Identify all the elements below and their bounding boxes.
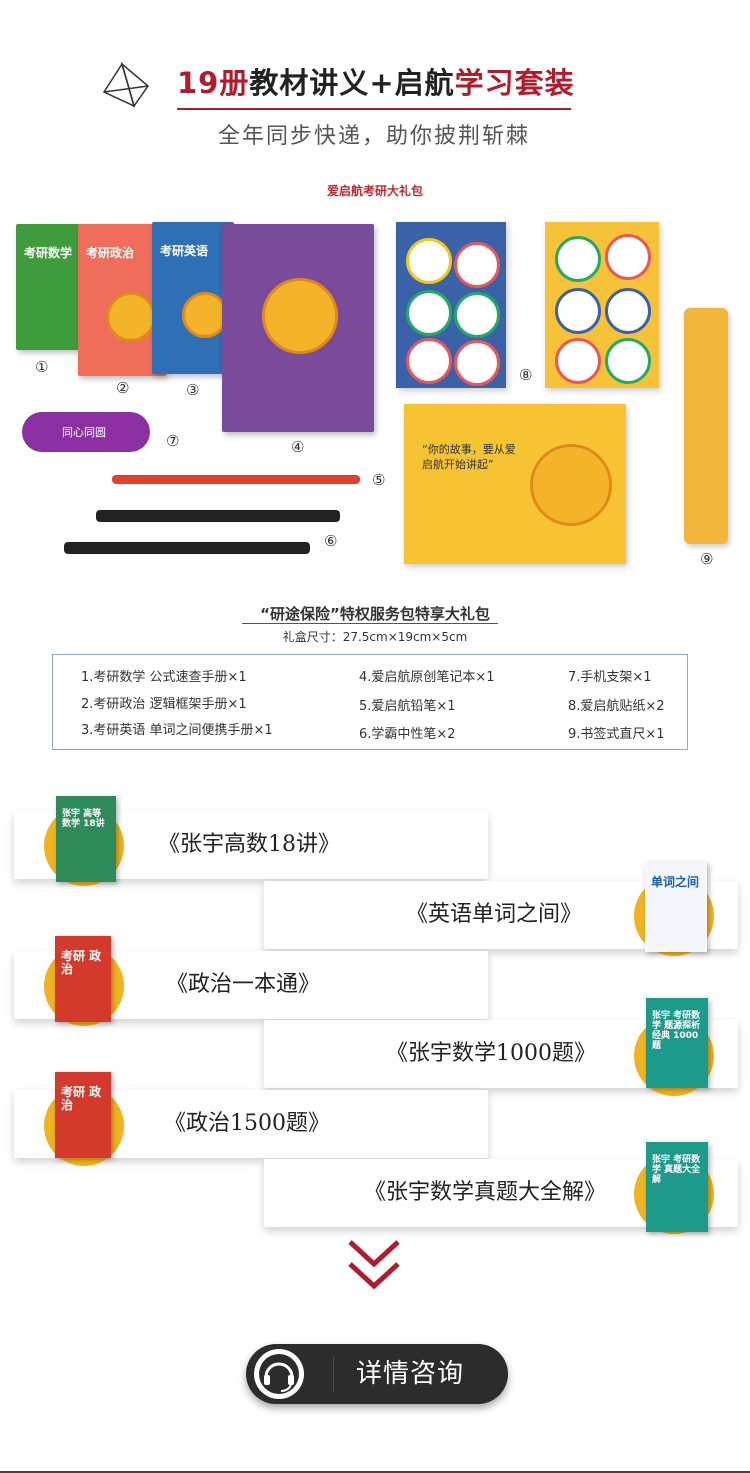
product-notebook [222, 224, 374, 432]
book-cover-zhengzhi1500: 考研 政治 [55, 1072, 111, 1158]
book-cover-gaoshu18: 张宇 高等数学 18讲 [56, 796, 116, 882]
book-cover-zhenti: 张宇 考研数学 真题大全解 [646, 1142, 708, 1232]
gift-item: 5.爱启航铅笔×1 [359, 699, 456, 714]
gift-size: 礼盒尺寸：27.5cm×19cm×5cm [282, 630, 468, 644]
gift-item-list: 1.考研数学 公式速查手册×1 2.考研政治 逻辑框架手册×1 3.考研英语 单… [52, 654, 688, 750]
page-title: 19册教材讲义+启航学习套装 [177, 66, 575, 100]
button-divider [333, 1356, 334, 1392]
product-gel-pen-1 [96, 510, 340, 522]
book-cover-danci: 单词之间 [645, 862, 707, 952]
gift-item: 7.手机支架×1 [568, 670, 652, 685]
consult-label: 详情咨询 [356, 1359, 465, 1389]
gift-item: 9.书签式直尺×1 [568, 727, 665, 742]
gift-item: 3.考研英语 单词之间便携手册×1 [81, 723, 273, 738]
headset-icon [254, 1349, 304, 1399]
product-math-booklet: 考研数学 [16, 224, 82, 350]
gift-title-underline [242, 623, 498, 624]
product-envelope: “你的故事，要从爱启航开始讲起” [404, 404, 626, 564]
book-cover-zhengzhi-yibentong: 考研 政治 [55, 936, 111, 1022]
kit-label: 爱启航考研大礼包 [326, 184, 423, 198]
label-num-8: ⑧ [519, 366, 533, 384]
gift-item: 4.爱启航原创笔记本×1 [359, 670, 495, 685]
logo-prism-icon [100, 61, 152, 108]
consult-button[interactable]: 详情咨询 [246, 1344, 508, 1404]
product-sticker-sheet-blue [396, 222, 506, 388]
label-num-6: ⑥ [324, 532, 338, 550]
label-num-7: ⑦ [166, 432, 180, 450]
page-subtitle: 全年同步快递，助你披荆斩棘 [217, 124, 530, 149]
label-num-1: ① [35, 358, 49, 376]
gift-item: 1.考研数学 公式速查手册×1 [81, 670, 247, 685]
product-bookmark-ruler [684, 308, 728, 544]
product-phone-stand: 同心同圆 [22, 412, 150, 452]
label-num-5: ⑤ [372, 471, 386, 489]
label-num-2: ② [116, 379, 130, 397]
product-gel-pen-2 [64, 542, 310, 554]
product-sticker-sheet-yellow [545, 222, 659, 388]
book-cover-shuxue1000: 张宇 考研数学 题源探析经典 1000题 [646, 998, 708, 1088]
gift-item: 6.学霸中性笔×2 [359, 727, 456, 742]
label-num-3: ③ [186, 381, 200, 399]
product-pencil [112, 475, 360, 484]
title-divider [177, 108, 571, 110]
label-num-4: ④ [291, 438, 305, 456]
gift-item: 2.考研政治 逻辑框架手册×1 [81, 697, 247, 712]
label-num-9: ⑨ [700, 550, 714, 568]
chevron-down-icon [346, 1238, 402, 1294]
gift-item: 8.爱启航贴纸×2 [568, 699, 665, 714]
gift-title: “研途保险”特权服务包特享大礼包 [260, 605, 490, 623]
